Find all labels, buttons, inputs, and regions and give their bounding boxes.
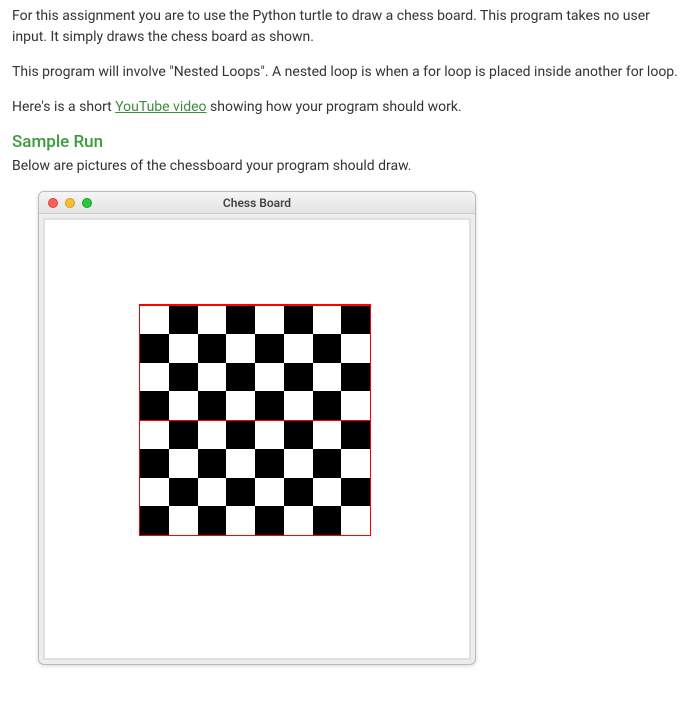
chess-square (341, 391, 370, 420)
chess-square (255, 506, 284, 535)
chess-square (341, 478, 370, 507)
chess-square (284, 334, 313, 363)
chess-square (313, 363, 342, 392)
chess-square (313, 478, 342, 507)
youtube-link[interactable]: YouTube video (115, 99, 206, 115)
close-icon[interactable] (48, 198, 58, 208)
chess-square (284, 363, 313, 392)
chess-square (255, 334, 284, 363)
text-after-link: showing how your program should work. (207, 99, 462, 115)
chess-square (169, 506, 198, 535)
zoom-icon[interactable] (82, 198, 92, 208)
chess-square (169, 478, 198, 507)
app-window: Chess Board (38, 191, 476, 665)
chess-square (169, 420, 198, 449)
chess-square (255, 391, 284, 420)
chess-square (341, 420, 370, 449)
chess-square (198, 334, 227, 363)
paragraph-nested-loops: This program will involve "Nested Loops"… (12, 62, 679, 83)
chess-square (255, 363, 284, 392)
chess-square (284, 391, 313, 420)
chess-square (140, 506, 169, 535)
chess-square (226, 363, 255, 392)
chess-square (140, 305, 169, 334)
chess-square (284, 506, 313, 535)
paragraph-subheading: Below are pictures of the chessboard you… (12, 156, 679, 177)
chess-square (255, 449, 284, 478)
chess-square (226, 334, 255, 363)
chess-square (169, 449, 198, 478)
chess-square (255, 305, 284, 334)
chess-square (226, 449, 255, 478)
chess-square (140, 391, 169, 420)
chess-square (313, 305, 342, 334)
chess-square (140, 363, 169, 392)
minimize-icon[interactable] (65, 198, 75, 208)
chess-square (313, 506, 342, 535)
chess-square (313, 449, 342, 478)
chess-square (255, 420, 284, 449)
text-before-link: Here's is a short (12, 99, 115, 115)
chess-square (313, 420, 342, 449)
paragraph-video: Here's is a short YouTube video showing … (12, 97, 679, 118)
chess-square (198, 305, 227, 334)
chess-square (341, 305, 370, 334)
chess-square (198, 420, 227, 449)
window-title: Chess Board (39, 196, 475, 210)
chess-square (140, 478, 169, 507)
chessboard (139, 304, 371, 536)
chess-square (284, 449, 313, 478)
paragraph-intro: For this assignment you are to use the P… (12, 6, 679, 48)
chess-square (226, 506, 255, 535)
chess-square (284, 420, 313, 449)
turtle-canvas (45, 220, 469, 658)
chess-square (169, 391, 198, 420)
chess-square (341, 506, 370, 535)
window-titlebar: Chess Board (39, 192, 475, 214)
chess-square (169, 334, 198, 363)
chess-square (140, 334, 169, 363)
chess-square (169, 363, 198, 392)
chess-square (284, 478, 313, 507)
chess-square (198, 449, 227, 478)
chess-square (140, 420, 169, 449)
chess-square (341, 363, 370, 392)
chess-square (226, 478, 255, 507)
traffic-lights (39, 198, 92, 208)
chess-square (140, 449, 169, 478)
chess-square (313, 334, 342, 363)
chess-square (284, 305, 313, 334)
chess-square (226, 391, 255, 420)
chess-square (341, 334, 370, 363)
chess-square (226, 420, 255, 449)
chess-square (198, 363, 227, 392)
chess-square (198, 478, 227, 507)
chess-square (313, 391, 342, 420)
chess-square (198, 506, 227, 535)
chess-square (255, 478, 284, 507)
chess-square (169, 305, 198, 334)
chess-square (198, 391, 227, 420)
chess-square (226, 305, 255, 334)
sample-run-heading: Sample Run (12, 132, 679, 152)
chess-square (341, 449, 370, 478)
window-body (43, 218, 471, 660)
